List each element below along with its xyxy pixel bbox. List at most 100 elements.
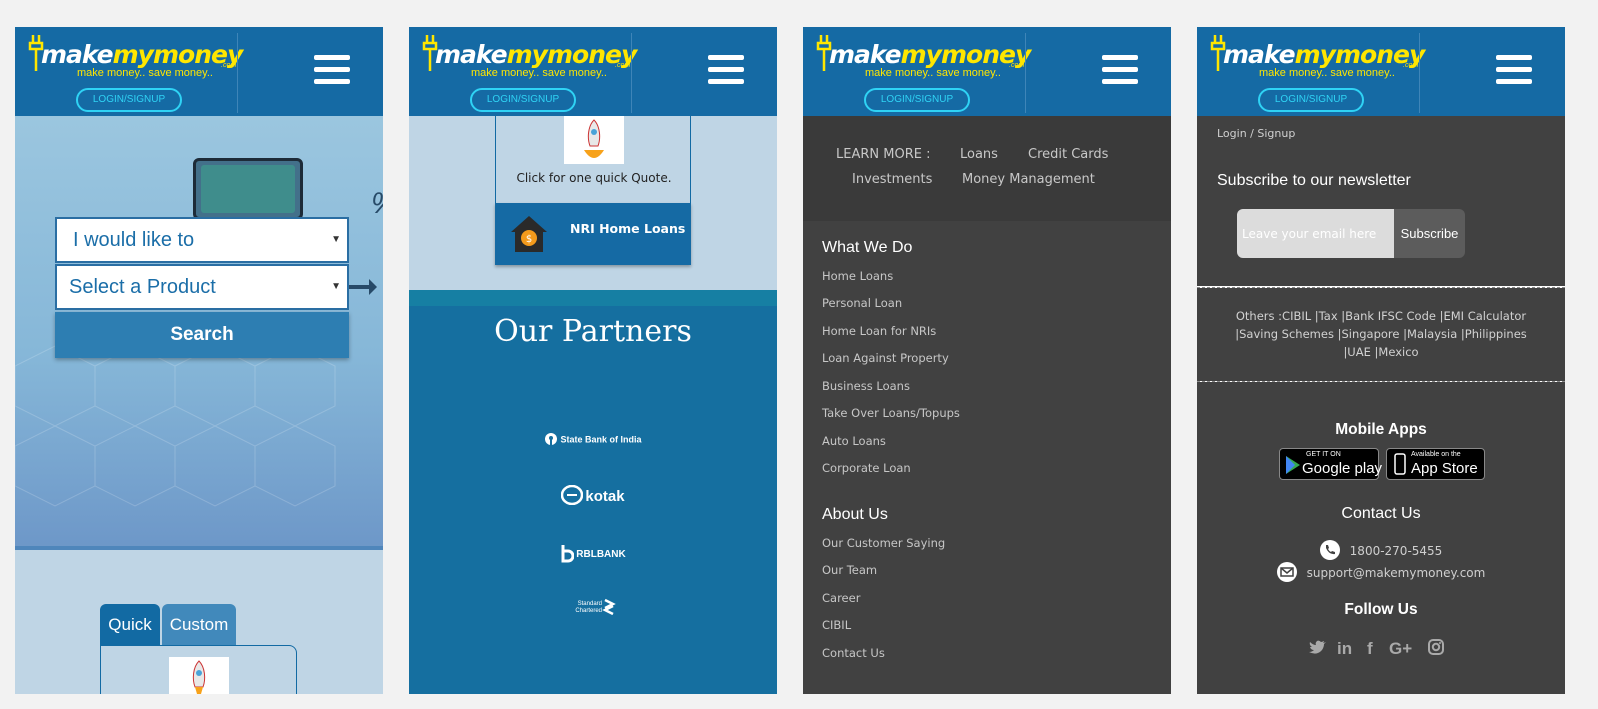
tagline: make money.. save money..	[77, 67, 213, 79]
footer-link-corporate-loan[interactable]: Corporate Loan	[822, 461, 911, 475]
header-divider	[631, 33, 632, 113]
hamburger-menu-icon[interactable]	[708, 55, 744, 87]
footer-link-cibil[interactable]: CIBIL	[822, 618, 851, 632]
learn-link-investments[interactable]: Investments	[852, 172, 932, 187]
linkedin-icon[interactable]: in	[1337, 639, 1352, 659]
others-links[interactable]: Others :CIBIL |Tax |Bank IFSC Code |EMI …	[1231, 307, 1531, 361]
footer-link-customer-saying[interactable]: Our Customer Saying	[822, 536, 945, 550]
newsletter-email-input[interactable]	[1237, 209, 1394, 258]
login-signup-button[interactable]: LOGIN/SIGNUP	[76, 88, 182, 112]
kotak-logo-icon	[561, 484, 584, 509]
tagline: make money.. save money..	[471, 67, 607, 79]
phone-icon	[1319, 540, 1340, 563]
app-store-badge[interactable]: Available on the App Store	[1386, 448, 1485, 480]
footer-link-auto-loans[interactable]: Auto Loans	[822, 434, 886, 448]
tagline: make money.. save money..	[1259, 67, 1395, 79]
header-divider	[1419, 33, 1420, 113]
mobile-screen-search: makemymoney .com make money.. save money…	[15, 27, 383, 694]
tagline: make money.. save money..	[865, 67, 1001, 79]
contact-phone[interactable]: 1800-270-5455	[1197, 540, 1565, 563]
learn-link-loans[interactable]: Loans	[960, 147, 998, 162]
hamburger-menu-icon[interactable]	[1496, 55, 1532, 87]
header-divider	[1025, 33, 1026, 113]
learn-more-bar: LEARN MORE : Loans Credit Cards Investme…	[803, 116, 1171, 221]
nri-home-loans-label: NRI Home Loans	[570, 221, 686, 236]
percent-symbol: %	[371, 187, 383, 221]
quick-quote-card[interactable]: Click for one quick Quote.	[495, 116, 691, 203]
footer-link-contact-us[interactable]: Contact Us	[822, 646, 885, 660]
partner-rbl: RBLBANK	[409, 543, 777, 566]
login-signup-button[interactable]: LOGIN/SIGNUP	[864, 88, 970, 112]
footer-link-home-loans[interactable]: Home Loans	[822, 269, 893, 283]
footer-link-takeover-loans[interactable]: Take Over Loans/Topups	[822, 406, 960, 420]
logo-com: .com	[1009, 62, 1025, 69]
contact-email[interactable]: support@makemymoney.com	[1197, 562, 1565, 585]
tab-quick[interactable]: Quick	[100, 604, 160, 645]
product-select-value: Select a Product	[69, 276, 216, 298]
site-header: makemymoney .com make money.. save money…	[1197, 27, 1565, 116]
laptop-illustration	[193, 158, 303, 220]
footer-link-personal-loan[interactable]: Personal Loan	[822, 296, 902, 310]
footer-link-our-team[interactable]: Our Team	[822, 563, 877, 577]
logo-text-make: make	[1223, 40, 1296, 69]
footer-link-loan-against-property[interactable]: Loan Against Property	[822, 351, 949, 365]
mobile-apps-title: Mobile Apps	[1335, 421, 1427, 438]
quick-quote-text: Click for one quick Quote.	[516, 171, 672, 185]
site-header: makemymoney .com make money.. save money…	[803, 27, 1171, 116]
partner-kotak: kotak	[409, 484, 777, 509]
site-header: makemymoney .com make money.. save money…	[409, 27, 777, 116]
nri-home-loans-button[interactable]: $ NRI Home Loans	[495, 203, 691, 265]
search-button[interactable]: Search	[55, 312, 349, 358]
mobile-screen-partners: makemymoney .com make money.. save money…	[409, 27, 777, 694]
action-select[interactable]: I would like to ▼	[55, 217, 349, 263]
rocket-icon	[564, 116, 624, 164]
phone-device-icon	[1394, 453, 1406, 475]
footer-link-home-loan-nris[interactable]: Home Loan for NRIs	[822, 324, 936, 338]
learn-more-label: LEARN MORE :	[836, 147, 931, 162]
product-select[interactable]: Select a Product ▼	[55, 264, 349, 310]
learn-link-credit-cards[interactable]: Credit Cards	[1028, 147, 1108, 162]
google-play-badge[interactable]: GET IT ON Google play	[1279, 448, 1382, 480]
mobile-screen-footer-links: makemymoney .com make money.. save money…	[803, 27, 1171, 694]
tab-custom[interactable]: Custom	[162, 604, 236, 645]
partners-title: Our Partners	[494, 314, 692, 349]
breadcrumb[interactable]: Login / Signup	[1217, 127, 1295, 140]
twitter-icon[interactable]	[1309, 639, 1327, 660]
contact-us-title: Contact Us	[1341, 505, 1421, 522]
arrow-icon	[349, 279, 377, 295]
house-icon: $	[511, 216, 547, 252]
footer-link-career[interactable]: Career	[822, 591, 860, 605]
action-select-value: I would like to	[73, 229, 195, 251]
standard-chartered-logo-icon	[602, 597, 616, 618]
hamburger-menu-icon[interactable]	[1102, 55, 1138, 87]
header-divider	[237, 33, 238, 113]
learn-link-money-management[interactable]: Money Management	[962, 172, 1095, 187]
subscribe-button[interactable]: Subscribe	[1394, 209, 1465, 258]
hamburger-menu-icon[interactable]	[314, 55, 350, 87]
partner-standard-chartered: Standard Chartered	[409, 597, 777, 618]
footer-link-business-loans[interactable]: Business Loans	[822, 379, 910, 393]
envelope-icon	[1276, 562, 1297, 585]
partners-section: Our Partners State Bank of India kotak R…	[409, 290, 777, 694]
logo-com: .com	[615, 62, 631, 69]
logo-com: .com	[1403, 62, 1419, 69]
facebook-icon[interactable]: f	[1367, 639, 1373, 659]
newsletter-title: Subscribe to our newsletter	[1217, 172, 1411, 189]
login-signup-button[interactable]: LOGIN/SIGNUP	[470, 88, 576, 112]
follow-us-title: Follow Us	[1344, 601, 1418, 618]
instagram-icon[interactable]	[1428, 639, 1444, 660]
logo-text-make: make	[41, 40, 114, 69]
about-us-title: About Us	[822, 506, 888, 523]
rbl-logo-icon	[560, 543, 575, 566]
chevron-down-icon: ▼	[331, 281, 341, 292]
svg-text:$: $	[526, 234, 532, 245]
others-links-section: Others :CIBIL |Tax |Bank IFSC Code |EMI …	[1197, 288, 1565, 381]
mobile-screen-newsletter: makemymoney .com make money.. save money…	[1197, 27, 1565, 694]
chevron-down-icon: ▼	[331, 234, 341, 245]
what-we-do-title: What We Do	[822, 239, 913, 256]
login-signup-button[interactable]: LOGIN/SIGNUP	[1258, 88, 1364, 112]
logo-com: .com	[221, 62, 237, 69]
quick-quote-box[interactable]	[100, 645, 297, 694]
google-plus-icon[interactable]: G+	[1389, 639, 1412, 659]
sbi-logo-icon	[544, 432, 558, 448]
